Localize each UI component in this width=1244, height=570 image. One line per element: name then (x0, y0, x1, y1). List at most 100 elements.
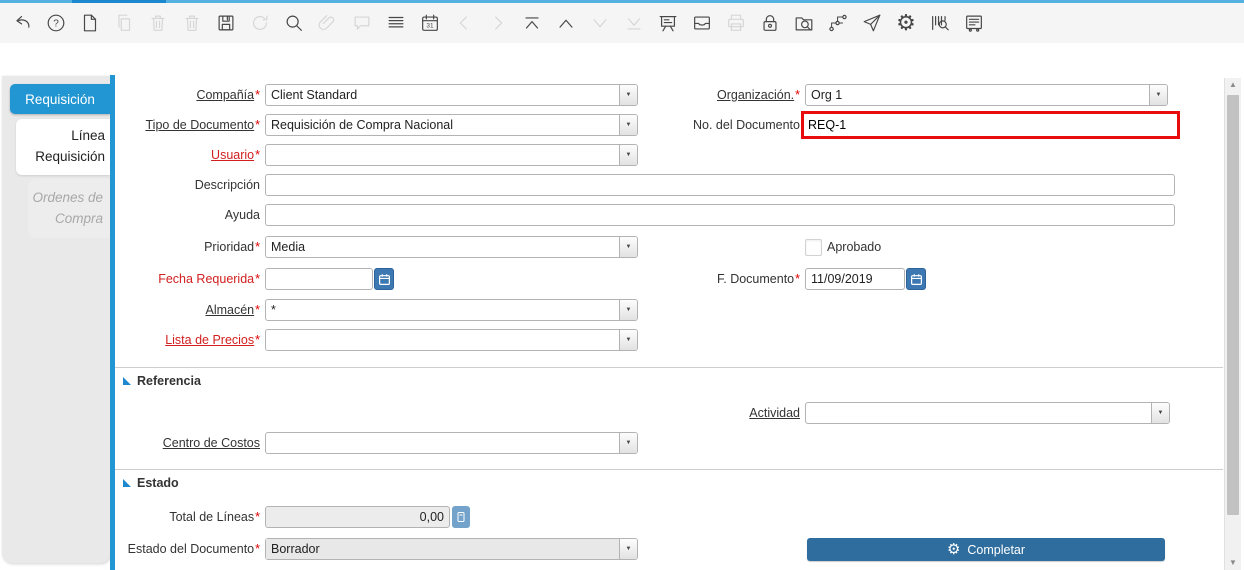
reference-section-title: Referencia (137, 374, 201, 388)
price-list-dropdown-button[interactable]: ▼ (619, 330, 637, 350)
zoom-across-icon[interactable] (792, 11, 816, 35)
warehouse-label[interactable]: Almacén* (115, 299, 260, 321)
send-mail-icon[interactable] (860, 11, 884, 35)
status-section-title: Estado (137, 476, 179, 490)
row-priority-approved: Prioridad* ▼ Aprobado (115, 236, 1225, 258)
total-lines-field (265, 506, 470, 528)
product-info-icon[interactable] (928, 11, 952, 35)
row-doctype-docno: Tipo de Documento* ▼ No. del Documento (115, 111, 1225, 139)
reference-section-header[interactable]: Referencia (123, 374, 201, 388)
calendar-icon[interactable]: 31 (418, 11, 442, 35)
document-no-highlight-box (801, 111, 1180, 139)
document-type-dropdown-button[interactable]: ▼ (619, 115, 637, 135)
tab-sidebar: Requisición Línea Requisición Ordenes de… (2, 76, 110, 563)
toolbar: ? 31 ⚙ (0, 3, 1244, 43)
attachment-icon (316, 11, 340, 35)
scrollbar-thumb[interactable] (1227, 95, 1239, 515)
help-input[interactable] (265, 204, 1175, 226)
company-input[interactable] (266, 85, 619, 105)
tab-linea-requisicion[interactable]: Línea Requisición (16, 119, 110, 175)
price-list-label[interactable]: Lista de Precios* (115, 329, 260, 351)
first-record-icon[interactable] (520, 11, 544, 35)
status-section-header[interactable]: Estado (123, 476, 179, 490)
date-document-label: F. Documento* (717, 272, 800, 286)
user-label[interactable]: Usuario* (115, 144, 260, 166)
document-no-input[interactable] (804, 114, 1177, 136)
date-document-input[interactable] (805, 268, 905, 290)
collapse-triangle-icon (123, 479, 131, 487)
approved-label: Aprobado (827, 240, 882, 254)
row-warehouse: Almacén* ▼ (115, 299, 1225, 321)
tab-requisicion[interactable]: Requisición (10, 84, 110, 114)
delete-record-icon (146, 11, 170, 35)
organization-input[interactable] (806, 85, 1149, 105)
total-lines-input (265, 506, 450, 528)
undo-icon[interactable] (10, 11, 34, 35)
vertical-scrollbar[interactable]: ▲ ▼ (1224, 78, 1241, 570)
next-record-icon (486, 11, 510, 35)
row-description: Descripción (115, 174, 1225, 196)
user-input[interactable] (266, 145, 619, 165)
total-lines-calculator-button[interactable] (452, 506, 470, 528)
svg-text:31: 31 (426, 23, 434, 30)
company-label[interactable]: Compañía* (115, 84, 260, 106)
total-lines-label: Total de Líneas* (169, 510, 260, 524)
gear-icon: ⚙ (946, 541, 961, 558)
priority-input[interactable] (266, 237, 619, 257)
find-icon[interactable] (282, 11, 306, 35)
date-required-field (265, 268, 394, 290)
date-required-label: Fecha Requerida* (158, 272, 260, 286)
document-type-input[interactable] (266, 115, 619, 135)
lock-icon[interactable] (758, 11, 782, 35)
date-document-calendar-button[interactable] (906, 268, 926, 290)
document-type-combo: ▼ (265, 114, 638, 136)
detail-record-icon (588, 11, 612, 35)
archive-icon[interactable] (690, 11, 714, 35)
row-doc-status-complete: Estado del Documento* ▼ ⚙ Completar (115, 538, 1225, 561)
description-input[interactable] (265, 174, 1175, 196)
report-design-icon[interactable] (962, 11, 986, 35)
cost-center-input[interactable] (266, 433, 619, 453)
save-icon[interactable] (214, 11, 238, 35)
date-required-input[interactable] (265, 268, 373, 290)
document-type-label[interactable]: Tipo de Documento* (115, 114, 261, 136)
price-list-combo: ▼ (265, 329, 638, 351)
row-activity: Actividad ▼ (115, 402, 1225, 424)
activity-input[interactable] (806, 403, 1151, 423)
doc-status-dropdown-button[interactable]: ▼ (619, 539, 637, 559)
scroll-down-arrow[interactable]: ▼ (1225, 556, 1241, 570)
approved-checkbox[interactable] (805, 239, 822, 256)
parent-record-icon[interactable] (554, 11, 578, 35)
copy-record-icon (112, 11, 136, 35)
company-dropdown-button[interactable]: ▼ (619, 85, 637, 105)
warehouse-dropdown-button[interactable]: ▼ (619, 300, 637, 320)
complete-button[interactable]: ⚙ Completar (807, 538, 1165, 561)
requisition-window: ? 31 ⚙ Requisición Línea Requisición Ord… (0, 0, 1244, 570)
company-combo: ▼ (265, 84, 638, 106)
process-gear-icon[interactable]: ⚙ (894, 11, 918, 35)
help-icon[interactable]: ? (44, 11, 68, 35)
activity-dropdown-button[interactable]: ▼ (1151, 403, 1169, 423)
date-document-field (805, 268, 926, 290)
price-list-input[interactable] (266, 330, 619, 350)
cost-center-dropdown-button[interactable]: ▼ (619, 433, 637, 453)
row-company-organization: Compañía* ▼ Organización.* ▼ (115, 84, 1225, 106)
workflow-icon[interactable] (826, 11, 850, 35)
organization-label[interactable]: Organización.* (655, 84, 800, 106)
report-icon[interactable] (656, 11, 680, 35)
warehouse-input[interactable] (266, 300, 619, 320)
cost-center-label[interactable]: Centro de Costos (115, 432, 260, 454)
document-no-label: No. del Documento (692, 118, 800, 132)
organization-dropdown-button[interactable]: ▼ (1149, 85, 1167, 105)
new-record-icon[interactable] (78, 11, 102, 35)
priority-dropdown-button[interactable]: ▼ (619, 237, 637, 257)
date-required-calendar-button[interactable] (374, 268, 394, 290)
scroll-up-arrow[interactable]: ▲ (1225, 78, 1241, 92)
user-combo: ▼ (265, 144, 638, 166)
activity-combo: ▼ (805, 402, 1170, 424)
organization-combo: ▼ (805, 84, 1168, 106)
section-divider (115, 469, 1223, 470)
user-dropdown-button[interactable]: ▼ (619, 145, 637, 165)
activity-label[interactable]: Actividad (655, 402, 800, 424)
grid-toggle-icon[interactable] (384, 11, 408, 35)
